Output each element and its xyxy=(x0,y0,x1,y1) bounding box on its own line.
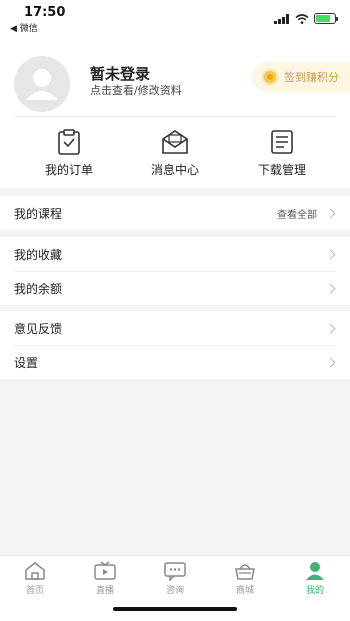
menu-item-settings[interactable]: 设置 xyxy=(0,345,350,379)
status-indicators xyxy=(274,9,338,28)
message-envelope-icon xyxy=(162,130,188,154)
edit-profile-link[interactable]: 点击查看/修改资料 xyxy=(90,82,182,98)
home-indicator xyxy=(113,607,237,611)
menu-item-label: 意见反馈 xyxy=(14,321,63,336)
status-bar: 17:50 ◀ 微信 xyxy=(0,0,350,36)
menu-item-balance[interactable]: 我的余额 xyxy=(0,271,350,305)
tab-consult[interactable]: 咨询 xyxy=(150,561,200,596)
quick-action-label: 消息中心 xyxy=(150,163,199,177)
tv-icon xyxy=(94,561,116,580)
chat-icon xyxy=(164,562,186,581)
tab-label: 我的 xyxy=(305,586,324,596)
tab-mall[interactable]: 商城 xyxy=(220,561,270,596)
tab-live[interactable]: 直播 xyxy=(80,561,130,596)
person-icon xyxy=(306,562,324,580)
menu-item-favorites[interactable]: 我的收藏 xyxy=(0,237,350,271)
wifi-icon xyxy=(295,9,309,28)
signin-label: 签到赚积分 xyxy=(284,71,339,84)
view-all-link[interactable]: 查看全部 xyxy=(277,206,317,221)
chevron-right-icon xyxy=(325,323,336,333)
tab-label: 商城 xyxy=(235,586,254,596)
quick-action-label: 下载管理 xyxy=(257,163,306,177)
user-name[interactable]: 暂未登录 xyxy=(90,63,150,84)
signin-button[interactable]: 签到赚积分 xyxy=(252,62,350,92)
chevron-right-icon xyxy=(325,283,336,293)
tab-label: 首页 xyxy=(25,586,44,596)
chevron-right-icon xyxy=(325,208,336,218)
basket-icon xyxy=(235,564,255,580)
menu-item-feedback[interactable]: 意见反馈 xyxy=(0,311,350,345)
quick-actions: 我的订单 消息中心 下载管理 xyxy=(0,129,350,181)
status-time: 17:50 xyxy=(24,5,66,20)
bottom-tab-bar: 首页 直播 咨询 商城 我的 xyxy=(0,555,350,621)
quick-action-downloads[interactable]: 下载管理 xyxy=(237,129,327,178)
menu-group-settings: 意见反馈 设置 xyxy=(0,311,350,379)
menu-item-label: 我的收藏 xyxy=(14,247,63,262)
divider xyxy=(14,116,336,117)
menu-item-label: 设置 xyxy=(14,355,39,370)
battery-icon xyxy=(314,13,338,24)
menu-group-courses: 我的课程 查看全部 xyxy=(0,196,350,230)
download-list-icon xyxy=(271,130,293,154)
chevron-right-icon xyxy=(325,249,336,259)
avatar-placeholder-icon xyxy=(26,69,58,100)
menu-item-my-courses[interactable]: 我的课程 查看全部 xyxy=(0,196,350,230)
tab-mine[interactable]: 我的 xyxy=(290,561,340,596)
menu-item-label: 我的课程 xyxy=(14,206,63,221)
menu-group-account: 我的收藏 我的余额 xyxy=(0,237,350,305)
profile-card: 暂未登录 点击查看/修改资料 签到赚积分 我的订单 消息中心 下载管理 xyxy=(0,36,350,188)
avatar[interactable] xyxy=(14,56,70,112)
quick-action-messages[interactable]: 消息中心 xyxy=(130,129,220,178)
tab-home[interactable]: 首页 xyxy=(10,561,60,596)
tab-label: 直播 xyxy=(95,586,114,596)
quick-action-label: 我的订单 xyxy=(44,163,93,177)
chevron-right-icon xyxy=(325,357,336,367)
order-clipboard-icon xyxy=(58,129,80,155)
home-icon xyxy=(25,562,45,580)
menu-item-label: 我的余额 xyxy=(14,281,63,296)
tab-label: 咨询 xyxy=(165,586,184,596)
quick-action-orders[interactable]: 我的订单 xyxy=(24,129,114,178)
coin-icon xyxy=(262,69,278,85)
signal-icon xyxy=(274,9,290,28)
back-to-wechat-link[interactable]: ◀ 微信 xyxy=(10,21,38,34)
